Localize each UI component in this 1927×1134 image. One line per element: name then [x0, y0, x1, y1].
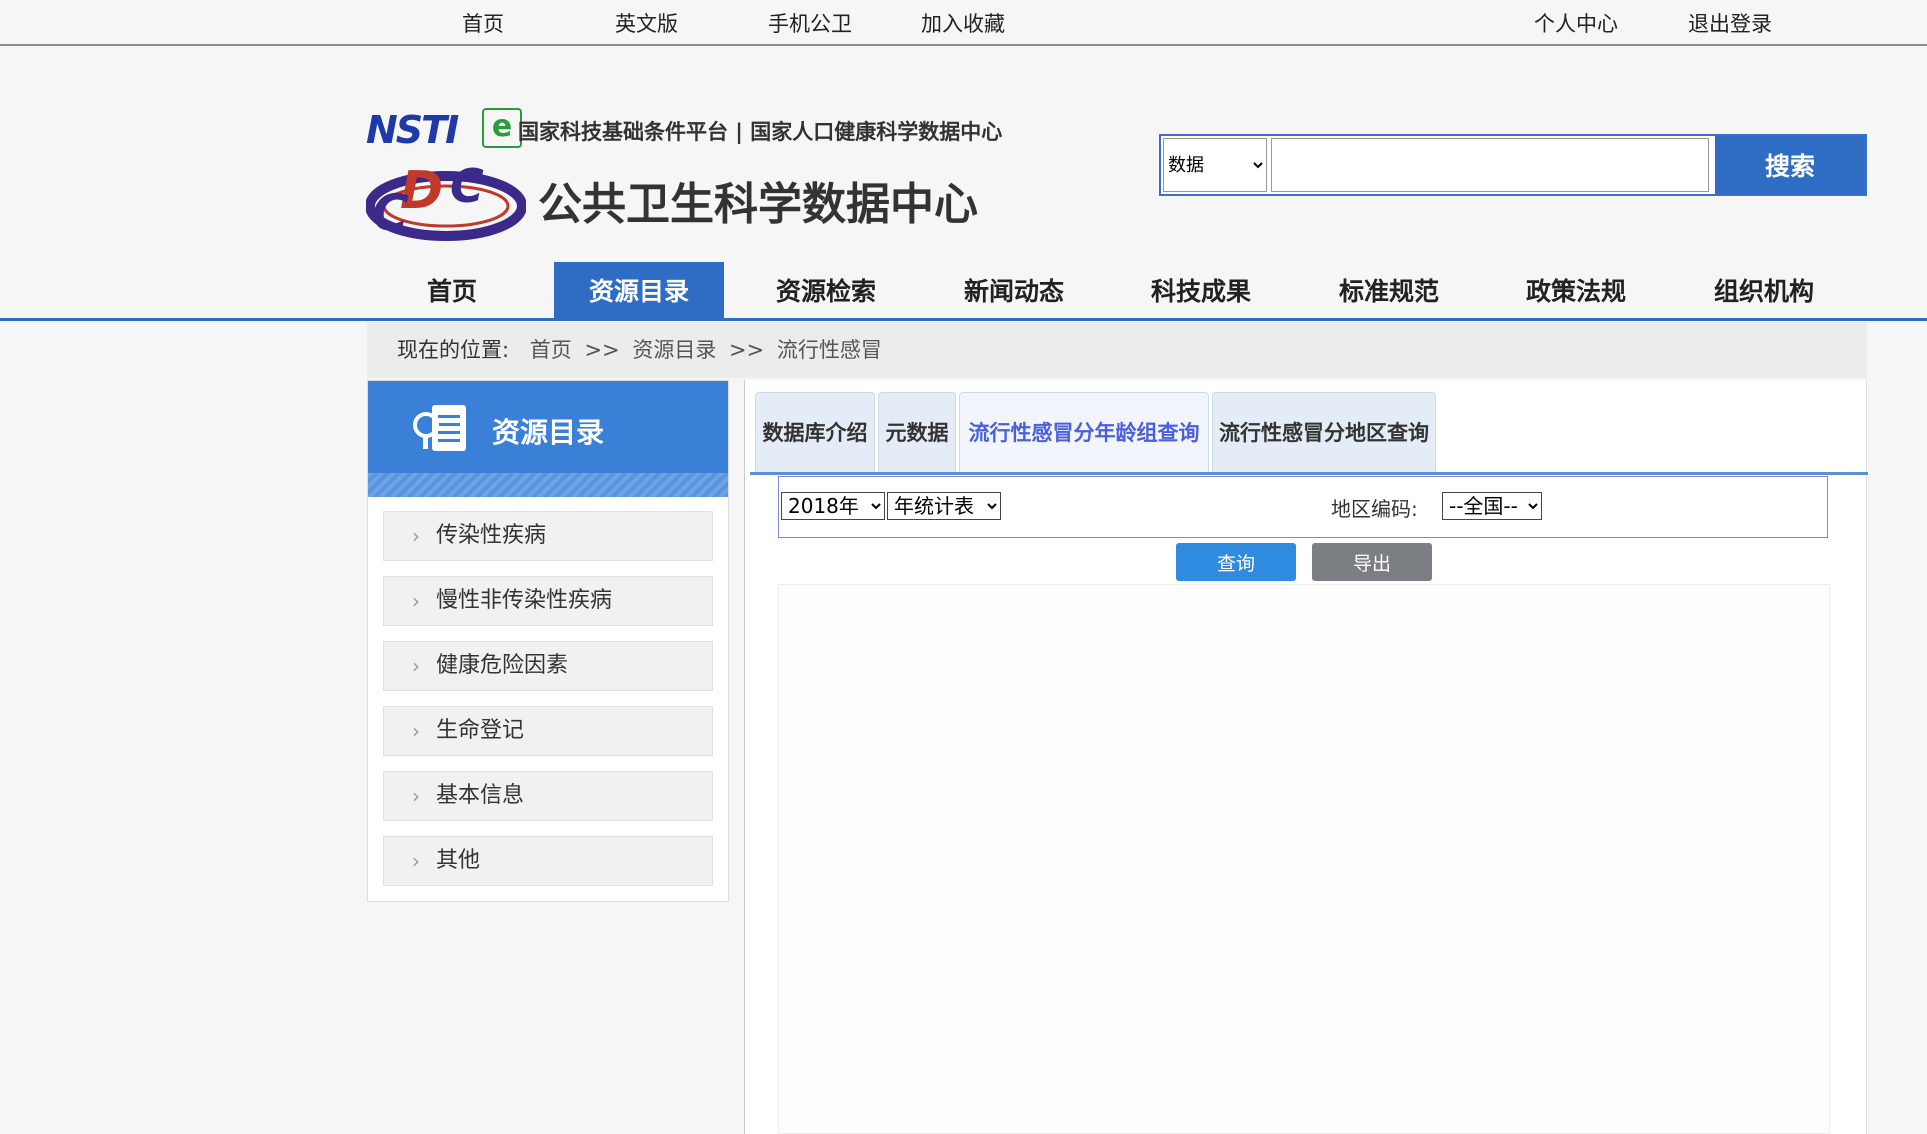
content-panel: 数据库介绍 元数据 流行性感冒分年龄组查询 流行性感冒分地区查询 2018年 年… — [744, 380, 1868, 1134]
sidebar-header: 资源目录 — [368, 381, 728, 497]
nav-item-resource-search[interactable]: 资源检索 — [741, 262, 911, 318]
sidebar-item-label: 其他 — [436, 848, 481, 873]
tab-influenza-by-region[interactable]: 流行性感冒分地区查询 — [1212, 392, 1436, 472]
breadcrumb-current: 流行性感冒 — [776, 338, 882, 362]
top-link-bookmark[interactable]: 加入收藏 — [921, 8, 1005, 38]
sidebar-item-chronic-diseases[interactable]: › 慢性非传染性疾病 — [383, 576, 713, 626]
breadcrumb: 现在的位置: 首页 >> 资源目录 >> 流行性感冒 — [367, 322, 1867, 378]
search-input[interactable] — [1271, 138, 1709, 192]
chevron-right-icon: › — [412, 654, 420, 678]
nav-item-standards[interactable]: 标准规范 — [1304, 262, 1474, 318]
nsti-e-logo: e — [482, 108, 522, 148]
nav-item-resource-catalog[interactable]: 资源目录 — [554, 262, 724, 318]
sidebar-title: 资源目录 — [492, 416, 605, 449]
nav-item-achievements[interactable]: 科技成果 — [1116, 262, 1286, 318]
tabs-underline — [750, 472, 1868, 475]
sidebar-item-label: 基本信息 — [436, 783, 525, 808]
svg-text:C: C — [372, 184, 409, 242]
chevron-right-icon: › — [412, 849, 420, 873]
nsti-logo: NSTI — [366, 108, 459, 152]
top-link-english[interactable]: 英文版 — [615, 8, 678, 38]
report-type-select[interactable]: 年统计表 — [887, 492, 1001, 520]
region-code-select[interactable]: --全国-- — [1442, 492, 1542, 520]
breadcrumb-home[interactable]: 首页 — [530, 338, 572, 362]
sidebar-header-stripe — [368, 473, 728, 497]
sidebar-item-label: 生命登记 — [436, 718, 525, 743]
site-title: 公共卫生科学数据中心 — [538, 179, 978, 230]
chevron-right-icon: › — [412, 524, 420, 548]
breadcrumb-separator: >> — [729, 338, 765, 362]
chevron-right-icon: › — [412, 784, 420, 808]
sidebar-item-other[interactable]: › 其他 — [383, 836, 713, 886]
top-link-personal-center[interactable]: 个人中心 — [1534, 8, 1618, 38]
tab-influenza-by-age[interactable]: 流行性感冒分年龄组查询 — [959, 392, 1209, 472]
tab-database-intro[interactable]: 数据库介绍 — [755, 392, 875, 472]
main-nav: 首页 资源目录 资源检索 新闻动态 科技成果 标准规范 政策法规 组织机构 — [0, 262, 1927, 321]
query-filter-box: 2018年 年统计表 地区编码: --全国-- — [778, 476, 1828, 538]
sidebar-item-vital-registration[interactable]: › 生命登记 — [383, 706, 713, 756]
search-scope-select[interactable]: 数据 — [1163, 138, 1267, 192]
platform-text: 国家科技基础条件平台 | 国家人口健康科学数据中心 — [518, 120, 1003, 144]
breadcrumb-label: 现在的位置: — [397, 338, 510, 362]
export-button[interactable]: 导出 — [1312, 543, 1432, 581]
breadcrumb-resource-catalog[interactable]: 资源目录 — [632, 338, 716, 362]
chevron-right-icon: › — [412, 589, 420, 613]
breadcrumb-separator: >> — [584, 338, 620, 362]
nav-item-news[interactable]: 新闻动态 — [929, 262, 1099, 318]
top-link-mobile[interactable]: 手机公卫 — [768, 8, 852, 38]
sidebar: 资源目录 › 传染性疾病 › 慢性非传染性疾病 › 健康危险因素 › 生命登记 … — [367, 380, 729, 902]
top-link-home[interactable]: 首页 — [462, 8, 504, 38]
catalog-document-icon — [413, 405, 466, 451]
top-link-logout[interactable]: 退出登录 — [1688, 8, 1772, 38]
tab-metadata[interactable]: 元数据 — [878, 392, 956, 472]
cdc-emblem: D C C — [366, 159, 526, 242]
sidebar-item-label: 慢性非传染性疾病 — [436, 588, 613, 613]
search-button[interactable]: 搜索 — [1715, 136, 1865, 194]
search-bar: 数据 搜索 — [1159, 134, 1867, 196]
sidebar-item-infectious-diseases[interactable]: › 传染性疾病 — [383, 511, 713, 561]
region-code-label: 地区编码: — [1331, 497, 1418, 521]
top-utility-bar: 首页 英文版 手机公卫 加入收藏 个人中心 退出登录 — [0, 0, 1927, 46]
nav-item-organization[interactable]: 组织机构 — [1679, 262, 1849, 318]
chevron-right-icon: › — [412, 719, 420, 743]
sidebar-item-health-risk-factors[interactable]: › 健康危险因素 — [383, 641, 713, 691]
sidebar-item-label: 健康危险因素 — [436, 653, 569, 678]
svg-text:C: C — [450, 159, 484, 213]
site-logo[interactable]: NSTI e 国家科技基础条件平台 | 国家人口健康科学数据中心 D C C 公… — [366, 104, 1016, 244]
year-select[interactable]: 2018年 — [781, 492, 885, 520]
query-result-area — [778, 584, 1830, 1134]
nav-item-policies[interactable]: 政策法规 — [1491, 262, 1661, 318]
query-button[interactable]: 查询 — [1176, 543, 1296, 581]
sidebar-item-label: 传染性疾病 — [436, 523, 547, 548]
nav-item-home[interactable]: 首页 — [367, 262, 537, 318]
sidebar-item-basic-info[interactable]: › 基本信息 — [383, 771, 713, 821]
